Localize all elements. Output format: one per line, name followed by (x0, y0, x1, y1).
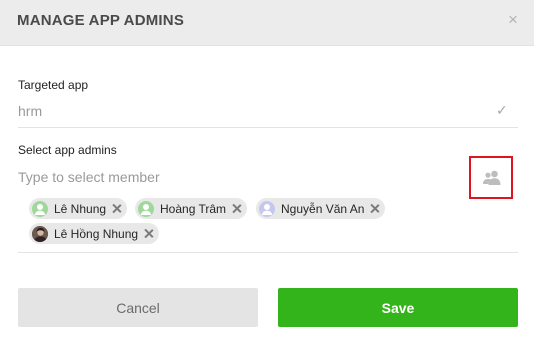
default-user-avatar (138, 200, 154, 217)
admins-divider (18, 252, 518, 253)
remove-member-icon[interactable] (232, 204, 241, 213)
dialog-title: MANAGE APP ADMINS (17, 12, 185, 29)
targeted-app-field[interactable]: hrm (18, 103, 42, 119)
close-icon[interactable]: × (506, 11, 520, 28)
photo-avatar (32, 225, 48, 242)
remove-member-icon[interactable] (144, 229, 153, 238)
check-icon: ✓ (496, 102, 508, 118)
member-name: Lê Nhung (54, 201, 107, 216)
select-admins-label: Select app admins (18, 143, 117, 157)
selected-member-chip: Lê Nhung (29, 198, 128, 219)
member-name: Hoàng Trâm (160, 201, 227, 216)
manage-app-admins-dialog: MANAGE APP ADMINS × Targeted app hrm ✓ S… (0, 0, 534, 353)
default-user-avatar (32, 200, 48, 217)
member-name: Nguyễn Văn An (281, 201, 365, 216)
member-name: Lê Hồng Nhung (54, 226, 139, 241)
targeted-app-label: Targeted app (18, 78, 89, 92)
member-search-input[interactable]: Type to select member (18, 169, 160, 185)
save-button[interactable]: Save (278, 288, 518, 327)
default-user-avatar (259, 200, 275, 217)
dialog-header: MANAGE APP ADMINS × (0, 0, 534, 46)
cancel-button[interactable]: Cancel (18, 288, 258, 327)
selected-member-chip: Nguyễn Văn An (256, 198, 386, 219)
user-group-icon (483, 170, 501, 185)
member-picker-button[interactable] (469, 156, 513, 199)
remove-member-icon[interactable] (112, 204, 121, 213)
selected-member-chip: Hoàng Trâm (135, 198, 248, 219)
selected-member-chip: Lê Hồng Nhung (29, 223, 160, 244)
remove-member-icon[interactable] (370, 204, 379, 213)
targeted-app-divider (18, 127, 518, 128)
